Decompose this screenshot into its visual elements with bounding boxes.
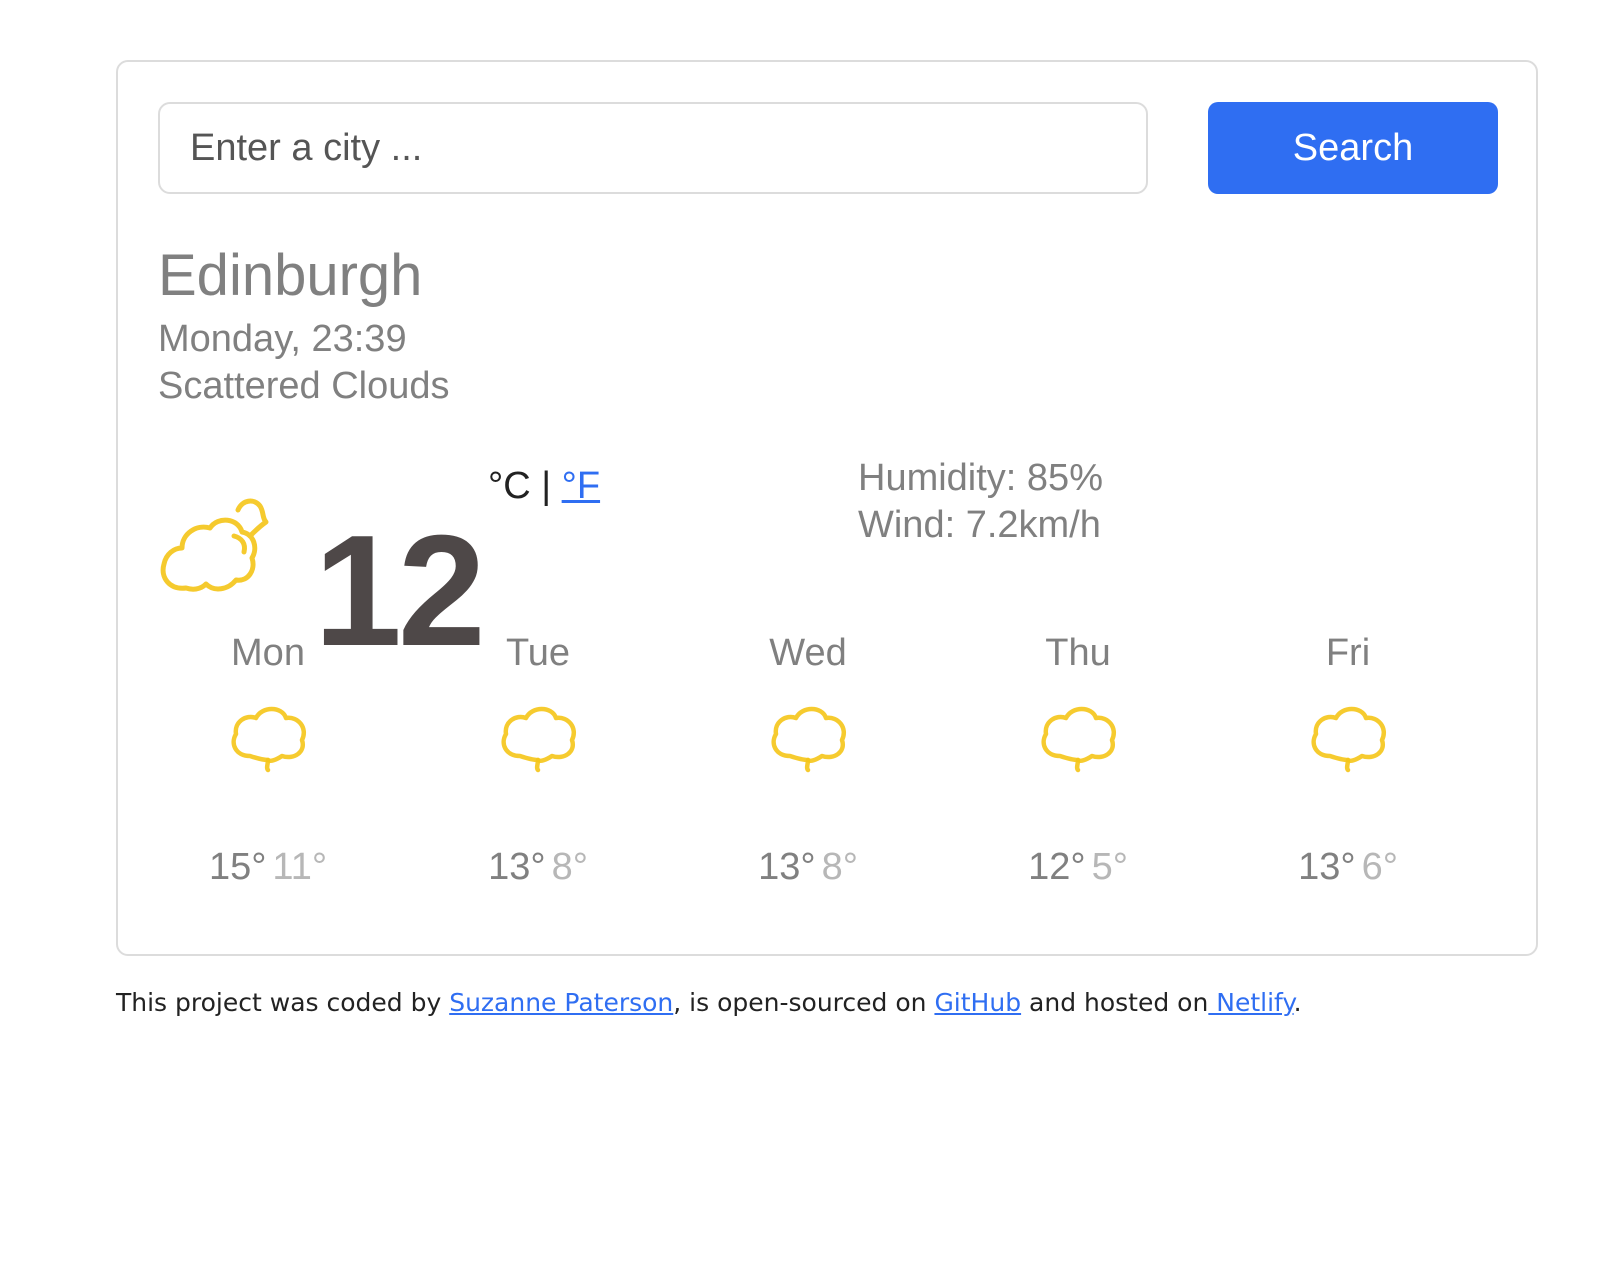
cloud-moon-icon [160, 498, 269, 592]
forecast-temps: 13° 8° [698, 848, 918, 886]
forecast-row: Mon 15° 11° Tue 13° 8° Wed 13° 8° Thu 12… [158, 632, 1498, 902]
forecast-day-name: Fri [1325, 632, 1371, 674]
weather-card: Search Edinburgh Monday, 23:39 Scattered… [116, 60, 1538, 956]
forecast-day-name: Tue [505, 632, 571, 674]
weather-description: Scattered Clouds [158, 365, 450, 407]
footer-text: This project was coded by [116, 988, 450, 1017]
forecast-temps: 12° 5° [968, 848, 1188, 886]
github-link[interactable]: GitHub [934, 988, 1021, 1017]
current-date-time: Monday, 23:39 [158, 318, 407, 360]
footer-text: and hosted on [1021, 988, 1209, 1017]
cloud-icon [1311, 706, 1386, 773]
forecast-max-temp: 13° [758, 846, 816, 888]
forecast-max-temp: 15° [208, 846, 267, 888]
forecast-temps: 13° 8° [428, 848, 648, 886]
cloud-icon [231, 706, 306, 773]
unit-separator: | [541, 465, 552, 507]
unit-toggle: °C | °F [488, 467, 600, 505]
city-search-input[interactable] [158, 102, 1148, 194]
forecast-day-name: Wed [769, 632, 847, 674]
footer-text: , is open-sourced on [673, 988, 935, 1017]
forecast-max-temp: 13° [488, 846, 546, 888]
humidity: Humidity: 85% [858, 457, 1103, 499]
search-button[interactable]: Search [1208, 102, 1498, 194]
fahrenheit-link[interactable]: °F [562, 465, 600, 507]
forecast-day: Fri 13° 6° [1238, 632, 1458, 886]
forecast-min-temp: 8° [821, 846, 858, 888]
forecast-temps: 13° 6° [1238, 848, 1458, 886]
forecast-day: Mon 15° 11° [158, 632, 378, 886]
forecast-max-temp: 13° [1298, 846, 1356, 888]
cloud-icon [1041, 706, 1116, 773]
cloud-icon [501, 706, 576, 773]
forecast-day: Thu 12° 5° [968, 632, 1188, 886]
forecast-min-temp: 8° [551, 846, 588, 888]
netlify-link[interactable]: Netlify [1208, 988, 1293, 1017]
footer: This project was coded by Suzanne Paters… [116, 990, 1302, 1015]
forecast-day: Wed 13° 8° [698, 632, 918, 886]
forecast-min-temp: 6° [1361, 846, 1398, 888]
forecast-day: Tue 13° 8° [428, 632, 648, 886]
forecast-min-temp: 11° [272, 846, 328, 888]
forecast-max-temp: 12° [1028, 846, 1086, 888]
author-link[interactable]: Suzanne Paterson [449, 988, 673, 1017]
forecast-day-name: Thu [1045, 632, 1111, 674]
forecast-day-name: Mon [231, 632, 305, 674]
city-name: Edinburgh [158, 243, 423, 308]
footer-text: . [1293, 988, 1302, 1017]
celsius-unit: °C [488, 465, 531, 507]
forecast-min-temp: 5° [1091, 846, 1128, 888]
wind: Wind: 7.2km/h [858, 504, 1101, 546]
cloud-icon [771, 706, 846, 773]
forecast-temps: 15° 11° [158, 848, 378, 886]
